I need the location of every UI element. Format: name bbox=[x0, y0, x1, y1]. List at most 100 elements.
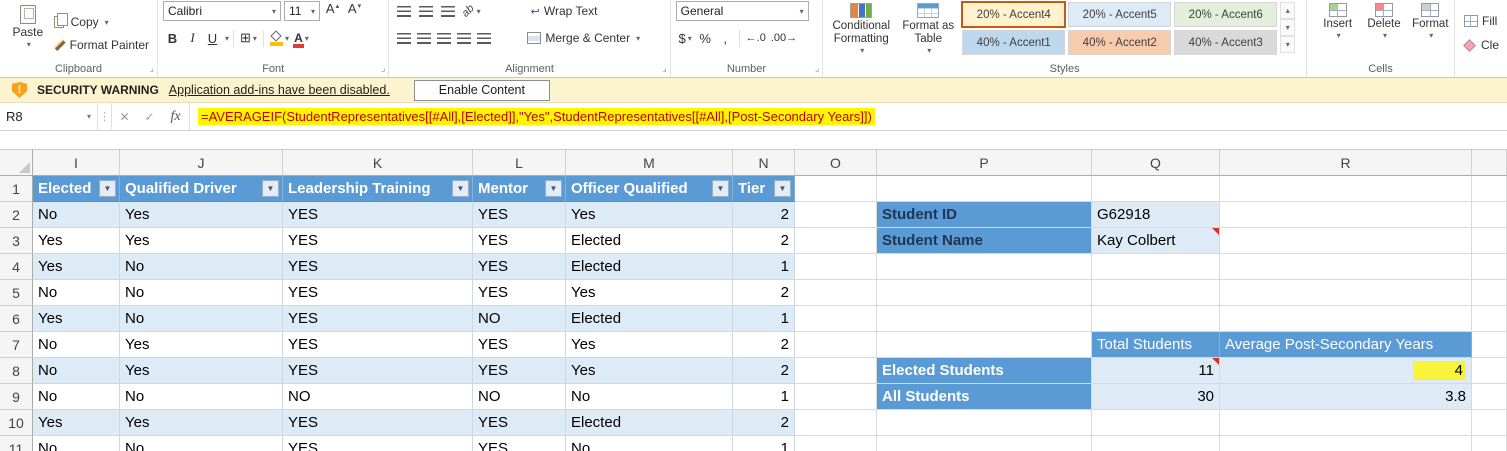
cell-r10[interactable] bbox=[1220, 410, 1472, 436]
column-header-extra[interactable] bbox=[1472, 150, 1507, 176]
italic-button[interactable]: I bbox=[183, 28, 202, 48]
column-header-p[interactable]: P bbox=[877, 150, 1092, 176]
bottom-align-button[interactable] bbox=[438, 1, 457, 21]
name-box[interactable]: R8 ▾ bbox=[0, 103, 98, 130]
row-header-4[interactable]: 4 bbox=[0, 254, 33, 280]
addins-disabled-link[interactable]: Application add-ins have been disabled. bbox=[169, 83, 390, 97]
cell-j10[interactable]: Yes bbox=[120, 410, 283, 436]
conditional-formatting-button[interactable]: Conditional Formatting ▾ bbox=[828, 1, 894, 60]
dialog-launcher-icon[interactable]: ⌟ bbox=[150, 63, 154, 74]
cell-p7[interactable] bbox=[877, 332, 1092, 358]
table-header-leadership-training[interactable]: Leadership Training ▼ bbox=[283, 176, 473, 202]
cell-average-header[interactable]: Average Post-Secondary Years bbox=[1220, 332, 1472, 358]
increase-decimal-button[interactable]: ←.0 bbox=[744, 28, 768, 48]
cell-q11[interactable] bbox=[1092, 436, 1220, 451]
select-all-button[interactable] bbox=[0, 150, 33, 176]
cell-q4[interactable] bbox=[1092, 254, 1220, 280]
cell-extra[interactable] bbox=[1472, 358, 1507, 384]
cell-m6[interactable]: Elected bbox=[566, 306, 733, 332]
cell-p1[interactable] bbox=[877, 176, 1092, 202]
column-header-l[interactable]: L bbox=[473, 150, 566, 176]
row-header-1[interactable]: 1 bbox=[0, 176, 33, 202]
cell-k6[interactable]: YES bbox=[283, 306, 473, 332]
cell-q5[interactable] bbox=[1092, 280, 1220, 306]
cell-style-20-accent6[interactable]: 20% - Accent6 bbox=[1174, 2, 1278, 27]
cell-k7[interactable]: YES bbox=[283, 332, 473, 358]
cell-q1[interactable] bbox=[1092, 176, 1220, 202]
cell-k2[interactable]: YES bbox=[283, 202, 473, 228]
cell-o11[interactable] bbox=[795, 436, 877, 451]
cell-extra[interactable] bbox=[1472, 436, 1507, 451]
cell-l10[interactable]: YES bbox=[473, 410, 566, 436]
cell-student-name-value[interactable]: Kay Colbert bbox=[1092, 228, 1220, 254]
table-header-officer-qualified[interactable]: Officer Qualified ▼ bbox=[566, 176, 733, 202]
cell-p4[interactable] bbox=[877, 254, 1092, 280]
cell-k9[interactable]: NO bbox=[283, 384, 473, 410]
gallery-scroll-down-button[interactable]: ▾ bbox=[1280, 19, 1296, 36]
cell-p10[interactable] bbox=[877, 410, 1092, 436]
cell-l11[interactable]: YES bbox=[473, 436, 566, 451]
cell-k8[interactable]: YES bbox=[283, 358, 473, 384]
fill-button[interactable]: Fill bbox=[1461, 11, 1502, 31]
enter-button[interactable]: ✓ bbox=[137, 103, 162, 130]
cell-l2[interactable]: YES bbox=[473, 202, 566, 228]
percent-style-button[interactable]: % bbox=[696, 28, 715, 48]
cell-p11[interactable] bbox=[877, 436, 1092, 451]
cell-i5[interactable]: No bbox=[33, 280, 120, 306]
cell-k5[interactable]: YES bbox=[283, 280, 473, 306]
cell-n3[interactable]: 2 bbox=[733, 228, 795, 254]
cell-l3[interactable]: YES bbox=[473, 228, 566, 254]
filter-dropdown-icon[interactable]: ▼ bbox=[452, 180, 469, 197]
cell-elected-average-selected[interactable]: 4 bbox=[1220, 358, 1472, 384]
cell-o7[interactable] bbox=[795, 332, 877, 358]
cell-p6[interactable] bbox=[877, 306, 1092, 332]
formula-bar-handle[interactable]: ⋮ bbox=[98, 103, 112, 130]
cell-j3[interactable]: Yes bbox=[120, 228, 283, 254]
cell-l8[interactable]: YES bbox=[473, 358, 566, 384]
decrease-indent-button[interactable] bbox=[454, 28, 473, 48]
row-header-9[interactable]: 9 bbox=[0, 384, 33, 410]
cell-extra[interactable] bbox=[1472, 228, 1507, 254]
format-painter-button[interactable]: Format Painter bbox=[51, 35, 152, 55]
row-header-10[interactable]: 10 bbox=[0, 410, 33, 436]
insert-cells-button[interactable]: Insert ▾ bbox=[1319, 1, 1356, 60]
cell-extra[interactable] bbox=[1472, 332, 1507, 358]
column-header-o[interactable]: O bbox=[795, 150, 877, 176]
cell-n4[interactable]: 1 bbox=[733, 254, 795, 280]
cell-o5[interactable] bbox=[795, 280, 877, 306]
cell-style-20-accent5[interactable]: 20% - Accent5 bbox=[1068, 2, 1172, 27]
cell-q10[interactable] bbox=[1092, 410, 1220, 436]
row-header-8[interactable]: 8 bbox=[0, 358, 33, 384]
insert-function-button[interactable]: fx bbox=[162, 103, 190, 130]
cell-style-20-accent4[interactable]: 20% - Accent4 bbox=[961, 1, 1067, 28]
cell-m5[interactable]: Yes bbox=[566, 280, 733, 306]
cell-m11[interactable]: No bbox=[566, 436, 733, 451]
cell-n6[interactable]: 1 bbox=[733, 306, 795, 332]
filter-dropdown-icon[interactable]: ▼ bbox=[712, 180, 729, 197]
filter-dropdown-icon[interactable]: ▼ bbox=[99, 180, 116, 197]
table-header-elected[interactable]: Elected ▼ bbox=[33, 176, 120, 202]
cell-n7[interactable]: 2 bbox=[733, 332, 795, 358]
table-header-qualified-driver[interactable]: Qualified Driver ▼ bbox=[120, 176, 283, 202]
cell-o1[interactable] bbox=[795, 176, 877, 202]
cell-j5[interactable]: No bbox=[120, 280, 283, 306]
increase-indent-button[interactable] bbox=[474, 28, 493, 48]
gallery-more-button[interactable]: ▾ bbox=[1280, 36, 1296, 53]
cell-all-students-label[interactable]: All Students bbox=[877, 384, 1092, 410]
paste-button[interactable]: Paste ▾ bbox=[5, 1, 51, 60]
row-header-2[interactable]: 2 bbox=[0, 202, 33, 228]
cell-o10[interactable] bbox=[795, 410, 877, 436]
cell-k10[interactable]: YES bbox=[283, 410, 473, 436]
merge-center-button[interactable]: Merge & Center ▾ bbox=[524, 28, 643, 48]
cell-n9[interactable]: 1 bbox=[733, 384, 795, 410]
cell-elected-students-label[interactable]: Elected Students bbox=[877, 358, 1092, 384]
dialog-launcher-icon[interactable]: ⌟ bbox=[381, 63, 385, 74]
cell-total-students-header[interactable]: Total Students bbox=[1092, 332, 1220, 358]
cell-extra[interactable] bbox=[1472, 202, 1507, 228]
filter-dropdown-icon[interactable]: ▼ bbox=[262, 180, 279, 197]
cell-r4[interactable] bbox=[1220, 254, 1472, 280]
column-header-n[interactable]: N bbox=[733, 150, 795, 176]
cell-m10[interactable]: Elected bbox=[566, 410, 733, 436]
cell-i3[interactable]: Yes bbox=[33, 228, 120, 254]
cell-i9[interactable]: No bbox=[33, 384, 120, 410]
